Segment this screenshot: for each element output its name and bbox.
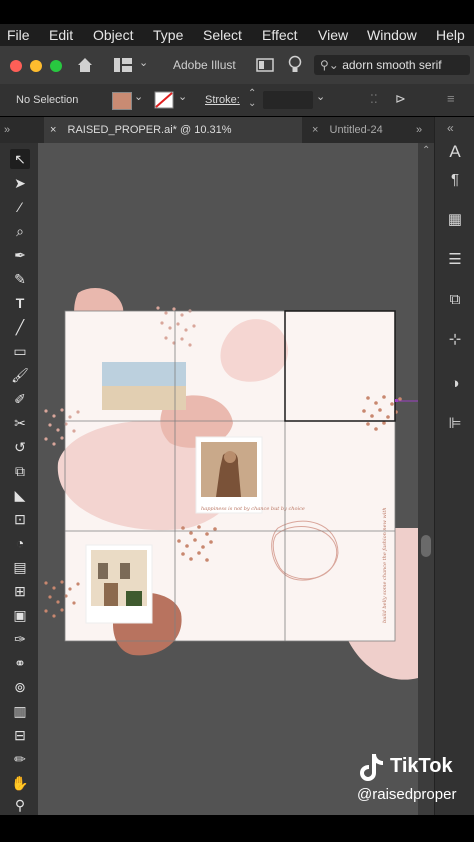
properties-panel-icon[interactable]: ☰	[444, 249, 466, 271]
chevron-down-icon[interactable]: ⌄	[139, 56, 148, 69]
magic-wand-tool-icon[interactable]: ⁄	[10, 197, 30, 217]
tab-untitled-24[interactable]: × Untitled-24	[312, 117, 408, 143]
transform-panel-icon[interactable]: ⊹	[444, 329, 466, 351]
shape-builder-tool-icon[interactable]: ◔	[10, 533, 30, 553]
arrange-documents-icon[interactable]	[256, 58, 274, 72]
rectangle-tool-icon[interactable]: ▭	[10, 341, 30, 361]
maximize-window-button[interactable]	[50, 60, 62, 72]
stroke-label[interactable]: Stroke:	[205, 94, 240, 106]
tiktok-brand: TikTok	[390, 755, 453, 777]
mesh-tool-icon[interactable]: ⊞	[10, 581, 30, 601]
scale-tool-icon[interactable]: ⧉	[10, 461, 30, 481]
search-input[interactable]: ⚲⌄ adorn smooth serif	[314, 55, 470, 75]
paragraph-panel-icon[interactable]: ¶	[444, 169, 466, 191]
zoom-tool-icon[interactable]: ⚲	[10, 795, 30, 815]
curvature-tool-icon[interactable]: ✎	[10, 269, 30, 289]
scroll-thumb[interactable]	[421, 535, 431, 557]
rotate-tool-icon[interactable]: ↺	[10, 437, 30, 457]
menu-view[interactable]: View	[318, 27, 348, 43]
selection-tool-icon[interactable]: ↖	[10, 149, 30, 169]
fill-swatch[interactable]	[112, 92, 132, 110]
column-graph-tool-icon[interactable]: ▥	[10, 701, 30, 721]
pen-tool-icon[interactable]: ✒	[10, 245, 30, 265]
collapse-panels-icon[interactable]: »	[4, 117, 10, 143]
hand-tool-icon[interactable]: ✋	[10, 773, 30, 793]
menu-edit[interactable]: Edit	[49, 27, 73, 43]
tab-label: Untitled-24	[329, 124, 383, 136]
home-icon[interactable]	[76, 56, 94, 74]
close-tab-icon[interactable]: ×	[312, 124, 318, 136]
swatches-panel-icon[interactable]: ▦	[444, 209, 466, 231]
control-bar: No Selection ⌄ ⌄ Stroke: ⌃ ⌄ ⌄ ⁚⁚ ⊳ ≡	[0, 84, 474, 116]
more-tabs-icon[interactable]: »	[416, 117, 422, 143]
menu-select[interactable]: Select	[203, 27, 242, 43]
menu-bar: File Edit Object Type Select Effect View…	[0, 24, 474, 46]
panel-menu-icon[interactable]: ≡	[447, 91, 455, 106]
symbol-sprayer-tool-icon[interactable]: ⊚	[10, 677, 30, 697]
direct-selection-tool-icon[interactable]: ➤	[10, 173, 30, 193]
tools-panel: ↖ ➤ ⁄ ⌕ ✒ ✎ T ╱ ▭ 🖌 ✐ ✂ ↺ ⧉ ◣ ⊡ ◔ ▤ ⊞ ▣ …	[0, 143, 39, 815]
pathfinder-panel-icon[interactable]: ⧉	[444, 289, 466, 311]
shaper-tool-icon[interactable]: ✐	[10, 389, 30, 409]
free-transform-tool-icon[interactable]: ⊡	[10, 509, 30, 529]
line-tool-icon[interactable]: ╱	[10, 317, 30, 337]
align-icon[interactable]: ⁚⁚	[370, 92, 378, 106]
stroke-chevron-icon[interactable]: ⌄	[178, 90, 187, 103]
artwork[interactable]: happiness is not by chance but by choice…	[38, 143, 418, 815]
close-window-button[interactable]	[10, 60, 22, 72]
close-tab-icon[interactable]: ×	[50, 124, 56, 136]
slice-tool-icon[interactable]: ✏	[10, 749, 30, 769]
right-panel-dock: « A ¶ ▦ ☰ ⧉ ⊹ ◑ ⊫	[434, 117, 474, 815]
vertical-scrollbar[interactable]: ⌃	[418, 143, 434, 815]
tiktok-handle: @raisedproper	[357, 786, 457, 803]
stroke-none-swatch[interactable]	[154, 91, 174, 109]
paintbrush-tool-icon[interactable]: 🖌	[10, 365, 30, 385]
canvas[interactable]: happiness is not by chance but by choice…	[38, 143, 418, 815]
stroke-weight-field[interactable]	[263, 91, 313, 109]
selection-status: No Selection	[16, 94, 79, 106]
menu-object[interactable]: Object	[93, 27, 133, 43]
anchor-point	[395, 399, 398, 402]
artboard-tool-icon[interactable]: ⊟	[10, 725, 30, 745]
caption-text: happiness is not by chance but by choice	[201, 506, 305, 512]
menu-type[interactable]: Type	[153, 27, 183, 43]
eyedropper-tool-icon[interactable]: ✑	[10, 629, 30, 649]
document-tab-bar: » × RAISED_PROPER.ai* @ 10.31% (RGB/Prev…	[0, 117, 474, 162]
stroke-stepper[interactable]: ⌃ ⌄	[248, 89, 256, 109]
menu-effect[interactable]: Effect	[262, 27, 298, 43]
workspace-icon[interactable]	[114, 58, 132, 72]
expand-panels-icon[interactable]: «	[447, 121, 454, 135]
gradient-tool-icon[interactable]: ▣	[10, 605, 30, 625]
lightbulb-icon[interactable]	[287, 55, 303, 75]
tiktok-logo-icon	[360, 754, 383, 781]
type-tool-icon[interactable]: T	[10, 293, 30, 313]
menu-file[interactable]: File	[7, 27, 30, 43]
app-label: Adobe Illust	[173, 58, 236, 72]
stroke-weight-chevron-icon[interactable]: ⌄	[316, 90, 325, 103]
appearance-panel-icon[interactable]: ◑	[444, 373, 466, 395]
minimize-window-button[interactable]	[30, 60, 42, 72]
app-bar: ⌄ Adobe Illust ⚲⌄ adorn smooth serif	[0, 46, 474, 85]
lasso-tool-icon[interactable]: ⌕	[10, 221, 30, 241]
tab-raised-proper[interactable]: × RAISED_PROPER.ai* @ 10.31% (RGB/Previe…	[44, 117, 302, 162]
blend-tool-icon[interactable]: ⚭	[10, 653, 30, 673]
character-panel-icon[interactable]: A	[444, 141, 466, 163]
side-text: build belly some chance the fashion new …	[382, 507, 388, 623]
scissors-tool-icon[interactable]: ✂	[10, 413, 30, 433]
menu-window[interactable]: Window	[367, 27, 417, 43]
align-panel-icon[interactable]: ⊫	[444, 413, 466, 435]
scroll-up-icon[interactable]: ⌃	[422, 145, 430, 156]
search-value: adorn smooth serif	[342, 58, 442, 72]
search-icon: ⚲⌄	[320, 58, 339, 72]
transform-icon[interactable]: ⊳	[395, 91, 406, 107]
width-tool-icon[interactable]: ◣	[10, 485, 30, 505]
perspective-grid-tool-icon[interactable]: ▤	[10, 557, 30, 577]
fill-chevron-icon[interactable]: ⌄	[134, 90, 143, 103]
menu-help[interactable]: Help	[436, 27, 465, 43]
